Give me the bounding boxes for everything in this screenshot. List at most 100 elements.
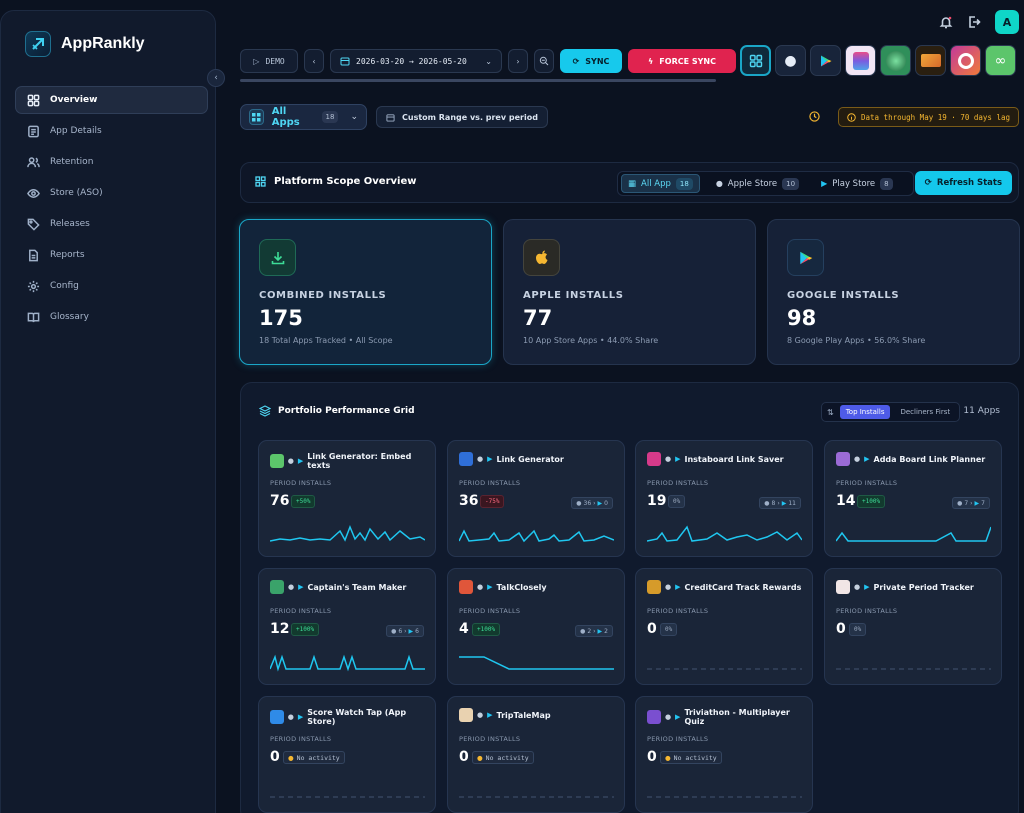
gear-icon — [27, 280, 40, 292]
grid-icon — [27, 94, 40, 106]
app-image — [957, 52, 974, 69]
sidebar-item-overview[interactable]: Overview — [15, 86, 208, 114]
range-label: Custom Range vs. prev period — [402, 112, 538, 122]
app-filter-all[interactable] — [740, 45, 771, 76]
prev-range-button[interactable]: ‹ — [304, 49, 324, 73]
tab-play-store[interactable]: ▶ Play Store 8 — [815, 174, 899, 193]
force-sync-button[interactable]: ϟ FORCE SYNC — [628, 49, 736, 73]
app-card-header: ● ▶ Triviathon - Multiplayer Quiz — [647, 708, 812, 726]
sidebar-item-config[interactable]: Config — [15, 272, 208, 300]
app-card[interactable]: ● ▶ Captain's Team Maker PERIOD INSTALLS 12 +… — [258, 568, 436, 685]
app-card[interactable]: ● ▶ Score Watch Tap (App Store) PERIOD INST… — [258, 696, 436, 813]
split-play: 6 — [415, 627, 419, 635]
bell-icon[interactable] — [939, 15, 953, 29]
avatar[interactable]: A — [995, 10, 1019, 34]
tab-label: Apple Store — [727, 178, 778, 189]
chevron-down-icon: ⌄ — [350, 112, 358, 122]
app-card[interactable]: ● ▶ TripTaleMap PERIOD INSTALLS 0 ● No activit… — [447, 696, 625, 813]
sparkline-empty — [270, 796, 425, 798]
demo-button[interactable]: ▷ DEMO — [240, 49, 298, 73]
play-store-icon: ▶ — [597, 627, 603, 635]
period-installs-label: PERIOD INSTALLS — [647, 479, 709, 487]
next-range-button[interactable]: › — [508, 49, 528, 73]
play-icon: ▷ — [253, 56, 260, 66]
kpi-combined-installs[interactable]: COMBINED INSTALLS 175 18 Total Apps Trac… — [239, 219, 492, 365]
play-store-icon: ▶ — [487, 583, 493, 591]
app-icon-link-generator[interactable]: ∞ — [985, 45, 1016, 76]
sidebar-item-glossary[interactable]: Glossary — [15, 303, 208, 331]
play-store-icon: ▶ — [781, 499, 787, 507]
kpi-label: COMBINED INSTALLS — [259, 290, 387, 301]
all-apps-dropdown[interactable]: All Apps 18 ⌄ — [240, 104, 367, 130]
app-card[interactable]: ● ▶ Link Generator: Embed texts PERIOD INST… — [258, 440, 436, 557]
sidebar-item-retention[interactable]: Retention — [15, 148, 208, 176]
toolbar: ▷ DEMO ‹ 2026-03-20 → 2026-05-20 ⌄ › ⟳ S… — [240, 49, 736, 73]
app-icon-adda-board[interactable] — [845, 45, 876, 76]
period-installs-value: 0 — [459, 749, 469, 765]
app-card[interactable]: ● ▶ Link Generator PERIOD INSTALLS 36 -75% ● 36… — [447, 440, 625, 557]
app-icon — [836, 580, 850, 594]
app-card[interactable]: ● ▶ Triviathon - Multiplayer Quiz PERIOD IN… — [635, 696, 813, 813]
app-card-header: ● ▶ TalkClosely — [459, 580, 547, 594]
app-icon-creditcard[interactable] — [915, 45, 946, 76]
zoom-out-button[interactable] — [534, 49, 554, 73]
tab-all-app[interactable]: ▦ All App 18 — [621, 174, 700, 193]
app-icon-captains-team[interactable] — [880, 45, 911, 76]
apple-icon: ● — [854, 583, 861, 591]
play-store-icon: ▶ — [864, 583, 870, 591]
kpi-sub: 18 Total Apps Tracked • All Scope — [259, 336, 393, 345]
date-range-picker[interactable]: 2026-03-20 → 2026-05-20 ⌄ — [330, 49, 502, 73]
tab-apple-store[interactable]: ● Apple Store 10 — [710, 174, 805, 193]
app-card[interactable]: ● ▶ TalkClosely PERIOD INSTALLS 4 +100% ● 2 › ▶ 2 — [447, 568, 625, 685]
platform-split: ● 2 › ▶ 2 — [575, 625, 613, 637]
collapse-sidebar-button[interactable]: ‹ — [207, 69, 225, 87]
sidebar-item-releases[interactable]: Releases — [15, 210, 208, 238]
app-card[interactable]: ● ▶ Private Period Tracker PERIOD INSTALLS 0… — [824, 568, 1002, 685]
sync-progress-bar — [240, 79, 716, 82]
play-store-icon: ▶ — [675, 583, 681, 591]
sidebar-item-store-aso[interactable]: Store (ASO) — [15, 179, 208, 207]
play-store-icon: ▶ — [864, 455, 870, 463]
period-installs-label: PERIOD INSTALLS — [647, 607, 709, 615]
date-range-value: 2026-03-20 → 2026-05-20 — [356, 56, 467, 66]
app-card[interactable]: ● ▶ Instaboard Link Saver PERIOD INSTALLS 19… — [635, 440, 813, 557]
app-filter-apple[interactable]: ● — [775, 45, 806, 76]
calendar-icon — [386, 113, 395, 122]
chevron-right-icon: › — [516, 56, 520, 66]
file-icon — [29, 249, 38, 261]
change-badge: 0% — [660, 623, 678, 636]
period-installs-label: PERIOD INSTALLS — [270, 479, 332, 487]
sidebar-item-reports[interactable]: Reports — [15, 241, 208, 269]
app-filter-google-play[interactable] — [810, 45, 841, 76]
layers-icon — [259, 405, 271, 417]
period-installs-value: 0 — [836, 621, 846, 637]
kpi-value: 77 — [523, 306, 553, 330]
period-installs-label: PERIOD INSTALLS — [459, 735, 521, 743]
app-icon-instaboard[interactable] — [950, 45, 981, 76]
kpi-apple-installs[interactable]: APPLE INSTALLS 77 10 App Store Apps • 44… — [503, 219, 756, 365]
app-card-header: ● ▶ Instaboard Link Saver — [647, 452, 784, 466]
app-logo[interactable]: AppRankly — [25, 31, 145, 57]
kpi-google-installs[interactable]: GOOGLE INSTALLS 98 8 Google Play Apps • … — [767, 219, 1020, 365]
play-store-icon — [820, 55, 831, 66]
apple-icon: ● — [288, 583, 295, 591]
sort-top-installs[interactable]: Top Installs — [839, 405, 891, 419]
app-card[interactable]: ● ▶ CreditCard Track Rewards PERIOD INSTALL… — [635, 568, 813, 685]
sidebar-item-app-details[interactable]: App Details — [15, 117, 208, 145]
sidebar-item-label: Reports — [50, 250, 85, 260]
refresh-stats-button[interactable]: ⟳ Refresh Stats — [914, 171, 1012, 195]
custom-range-button[interactable]: Custom Range vs. prev period — [376, 106, 548, 128]
grid-icon: ▦ — [628, 178, 637, 189]
apple-icon: ● — [391, 627, 397, 635]
app-card[interactable]: ● ▶ Adda Board Link Planner PERIOD INSTALLS… — [824, 440, 1002, 557]
sync-button[interactable]: ⟳ SYNC — [560, 49, 622, 73]
sort-decliners-first[interactable]: Decliners First — [894, 405, 956, 419]
sort-icon: ⇅ — [827, 407, 834, 417]
sync-icon: ⟳ — [572, 56, 580, 66]
logout-icon[interactable] — [967, 15, 981, 29]
sparkline-empty — [459, 796, 614, 798]
platform-scope-panel: Platform Scope Overview ▦ All App 18 ● A… — [240, 162, 1019, 203]
chevron-left-icon: ‹ — [214, 73, 218, 83]
data-lag-badge: Data through May 19 · 70 days lag — [837, 107, 1019, 127]
document-icon — [28, 125, 39, 137]
